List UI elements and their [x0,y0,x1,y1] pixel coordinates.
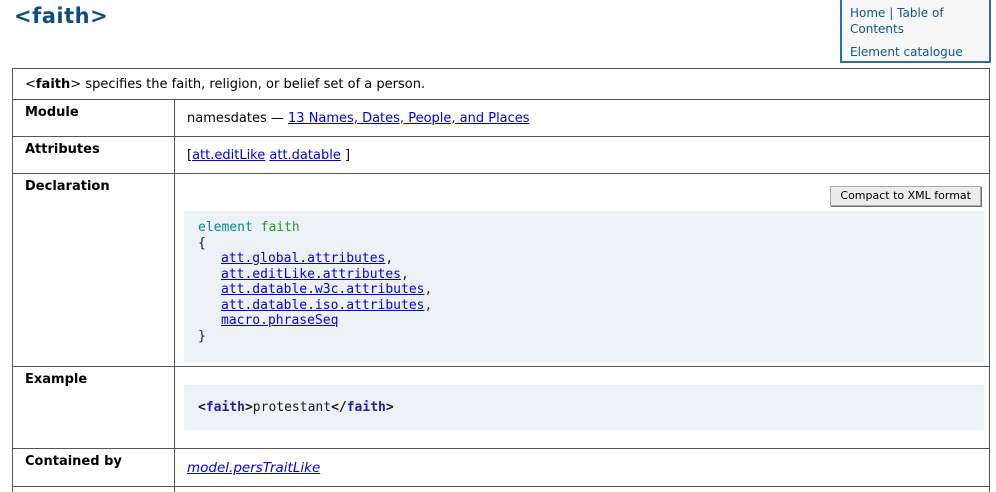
description-row: <faith> specifies the faith, religion, o… [13,69,990,100]
attributes-label: Attributes [13,137,175,174]
declaration-value: Compact to XML format element faith { at… [175,174,990,367]
attributes-bracket-close: ] [345,148,350,163]
code-member-line: att.global.attributes, [198,251,970,267]
example-value: <faith>protestant</faith> [175,367,990,449]
code-brace-open: { [198,236,970,252]
att-editlike-attributes-link[interactable]: att.editLike.attributes [221,267,401,282]
example-open-tag-name: faith [206,400,245,415]
table-row-stub [13,487,990,492]
stub-value [175,487,990,492]
declaration-code-block: element faith { att.global.attributes, a… [184,211,984,362]
att-datable-iso-attributes-link[interactable]: att.datable.iso.attributes [221,298,425,313]
contained-by-label: Contained by [13,449,175,487]
nav-row-1: Home | Table of Contents [850,6,981,37]
description-gt: > [70,77,81,92]
example-close-tag-name: faith [347,400,386,415]
element-reference-page: <faith> Home | Table of Contents Element… [0,0,996,492]
attributes-row: Attributes [att.editLike att.datable ] [13,137,990,174]
example-label: Example [13,367,175,449]
description-lt: < [25,77,36,92]
member-suffix: , [425,298,433,313]
declaration-row: Declaration Compact to XML format elemen… [13,174,990,367]
example-open-lt: < [198,400,206,415]
att-datable-w3c-attributes-link[interactable]: att.datable.w3c.attributes [221,282,425,297]
compact-to-xml-button[interactable]: Compact to XML format [830,186,981,206]
code-member-line: att.editLike.attributes, [198,267,970,283]
example-text: protestant [253,400,331,415]
stub-label [13,487,175,492]
nav-separator: | [889,6,893,20]
code-brace-close: } [198,329,970,345]
member-suffix: , [425,282,433,297]
attributes-value: [att.editLike att.datable ] [175,137,990,174]
module-chapter-link[interactable]: 13 Names, Dates, People, and Places [288,111,530,126]
module-row: Module namesdates — 13 Names, Dates, Peo… [13,100,990,137]
att-editlike-link[interactable]: att.editLike [192,148,265,163]
declaration-label: Declaration [13,174,175,367]
home-link[interactable]: Home [850,6,885,20]
page-title: <faith> [14,4,108,28]
element-reference-table: <faith> specifies the faith, religion, o… [12,68,990,492]
member-suffix: , [385,251,393,266]
code-member-line: att.datable.iso.attributes, [198,298,970,314]
code-member-line: att.datable.w3c.attributes, [198,282,970,298]
att-global-attributes-link[interactable]: att.global.attributes [221,251,385,266]
example-row: Example <faith>protestant</faith> [13,367,990,449]
macro-phraseseq-link[interactable]: macro.phraseSeq [221,313,338,328]
element-catalogue-link[interactable]: Element catalogue [850,45,963,59]
code-member-line: macro.phraseSeq [198,313,970,329]
contained-by-value: model.persTraitLike [175,449,990,487]
top-nav-box: Home | Table of Contents Element catalog… [840,0,991,63]
module-value: namesdates — 13 Names, Dates, People, an… [175,100,990,137]
model-perstraitlike-link[interactable]: model.persTraitLike [187,460,320,476]
module-label: Module [13,100,175,137]
description-text: specifies the faith, religion, or belief… [85,77,425,92]
declaration-button-row: Compact to XML format [175,186,981,206]
example-close-lt: </ [331,400,347,415]
example-code-block: <faith>protestant</faith> [184,385,984,430]
module-name: namesdates [187,111,267,126]
code-element-name: faith [261,220,300,235]
contained-by-row: Contained by model.persTraitLike [13,449,990,487]
example-close-gt: > [386,400,394,415]
code-line-element: element faith [198,220,970,236]
code-keyword: element [198,220,253,235]
member-suffix: , [401,267,409,282]
description-tag-name: faith [36,77,70,92]
example-open-gt: > [245,400,253,415]
description-cell: <faith> specifies the faith, religion, o… [13,69,990,100]
nav-row-2: Element catalogue [850,45,981,61]
module-dash: — [271,111,284,126]
att-datable-link[interactable]: att.datable [269,148,340,163]
